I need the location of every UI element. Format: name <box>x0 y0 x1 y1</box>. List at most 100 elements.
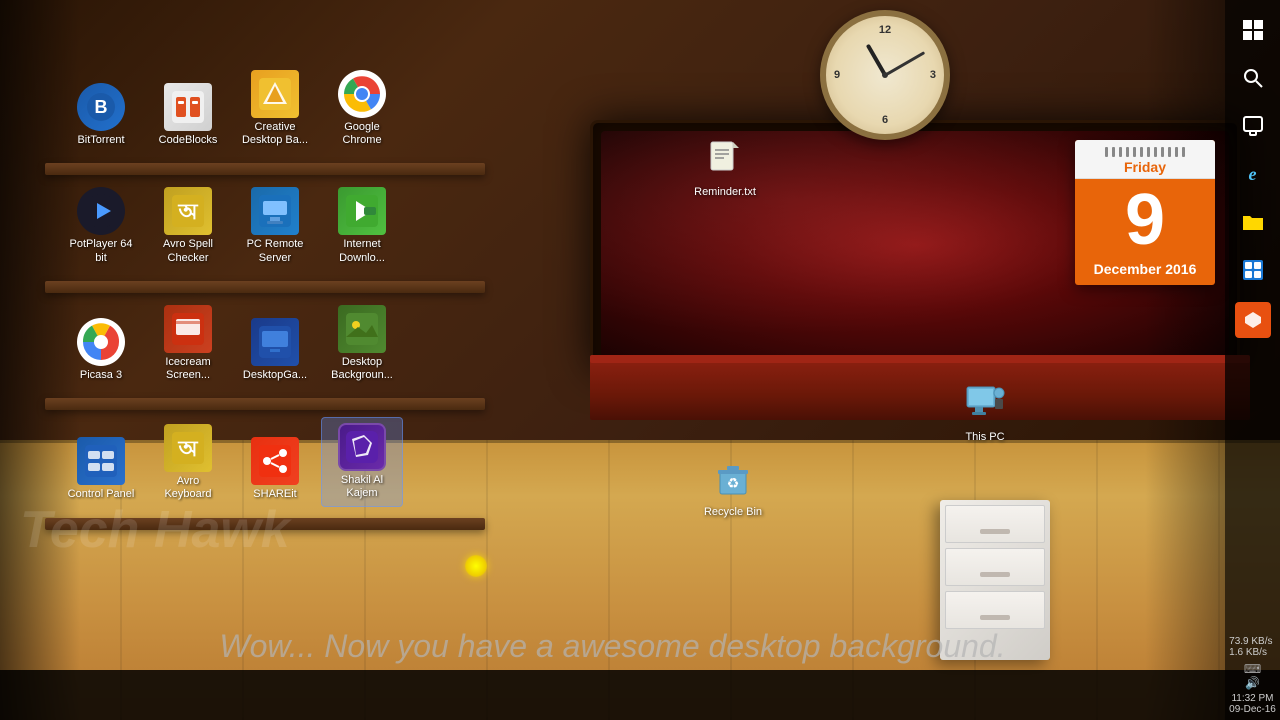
shelf-board-1 <box>45 281 485 293</box>
avrospell-icon-img: অ <box>164 187 212 235</box>
reminder-label: Reminder.txt <box>694 186 756 199</box>
drawer-1 <box>945 505 1045 543</box>
shelf-row-2: Picasa 3 Icecream Screen... DesktopGa...… <box>55 295 475 402</box>
drawer-handle-3 <box>980 615 1010 620</box>
icecream-icon-img <box>164 305 212 353</box>
icon-chrome[interactable]: Google Chrome <box>321 65 403 152</box>
shareit-icon-img <box>251 437 299 485</box>
drawer-handle-2 <box>980 572 1010 577</box>
drawer-3 <box>945 591 1045 629</box>
icon-bittorrent[interactable]: B BitTorrent <box>60 78 142 152</box>
avrospell-label: Avro Spell Checker <box>152 238 224 264</box>
recycle-desktop-icon[interactable]: ♻ Recycle Bin <box>693 455 773 519</box>
internet-icon-img <box>338 187 386 235</box>
cal-line <box>1175 147 1178 157</box>
cal-line <box>1168 147 1171 157</box>
search-button[interactable] <box>1233 58 1273 98</box>
avrokbd-icon-img: অ <box>164 424 212 472</box>
icon-desktopga[interactable]: DesktopGa... <box>234 313 316 387</box>
icecream-label: Icecream Screen... <box>152 356 224 382</box>
shelf-board-0 <box>45 163 485 175</box>
pcremote-label: PC Remote Server <box>239 238 311 264</box>
shelf-row-0: B BitTorrent CodeBlocks Creative Desktop… <box>55 60 475 167</box>
taskbar <box>0 670 1280 720</box>
calendar-widget: Friday 9 December 2016 <box>1075 140 1215 285</box>
calendar-day-number: 9 <box>1075 179 1215 261</box>
cal-line <box>1126 147 1129 157</box>
cpanel-icon-img <box>77 437 125 485</box>
subtitle-text: Wow... Now you have a awesome desktop ba… <box>0 628 1225 665</box>
desktopga-label: DesktopGa... <box>243 369 307 382</box>
speaker-icon: 🔊 <box>1229 676 1276 690</box>
right-sidebar: e 73.9 KB/s 1.6 KB/s ⌨ 🔊 11:32 PM 09-Dec… <box>1225 0 1280 720</box>
shelf-icons-row-1: PotPlayer 64 bit অ Avro Spell Checker PC… <box>55 177 475 284</box>
clock-center <box>882 72 888 78</box>
clock-3: 3 <box>930 69 936 81</box>
cal-line <box>1161 147 1164 157</box>
shelf-icons-row-0: B BitTorrent CodeBlocks Creative Desktop… <box>55 60 475 167</box>
picasa-label: Picasa 3 <box>80 369 122 382</box>
svg-text:অ: অ <box>177 199 198 224</box>
thispc-icon-img <box>961 380 1009 428</box>
cal-line <box>1119 147 1122 157</box>
store-button[interactable] <box>1233 250 1273 290</box>
icon-shareit[interactable]: SHAREit <box>234 432 316 506</box>
cal-line <box>1154 147 1157 157</box>
icon-cpanel[interactable]: Control Panel <box>60 432 142 506</box>
internet-label: Internet Downlo... <box>326 238 398 264</box>
icon-pcremote[interactable]: PC Remote Server <box>234 182 316 269</box>
svg-text:B: B <box>95 97 108 117</box>
watermark: Tech Hawk <box>20 500 290 560</box>
chrome-icon-img <box>338 70 386 118</box>
wall-clock: 12 3 6 9 <box>820 10 950 140</box>
potplayer-label: PotPlayer 64 bit <box>65 238 137 264</box>
icon-icecream[interactable]: Icecream Screen... <box>147 300 229 387</box>
icon-shakil[interactable]: Shakil Al Kajem <box>321 417 403 506</box>
system-date: 09-Dec-16 <box>1229 704 1276 715</box>
folder-button[interactable] <box>1233 202 1273 242</box>
clock-9: 9 <box>834 69 840 81</box>
potplayer-icon-img <box>77 187 125 235</box>
calendar-header: Friday <box>1075 140 1215 179</box>
drawer-handle-1 <box>980 529 1010 534</box>
icon-avrospell[interactable]: অ Avro Spell Checker <box>147 182 229 269</box>
clock-face: 12 3 6 9 <box>826 16 944 134</box>
bittorrent-label: BitTorrent <box>77 134 124 147</box>
shelves-container: B BitTorrent CodeBlocks Creative Desktop… <box>55 60 475 532</box>
cal-line <box>1105 147 1108 157</box>
desk <box>590 360 1250 420</box>
shelf-board-2 <box>45 398 485 410</box>
thispc-desktop-icon[interactable]: This PC <box>945 380 1025 444</box>
recycle-label: Recycle Bin <box>704 506 762 519</box>
calendar-top-lines <box>1080 143 1210 157</box>
calendar-month-year: December 2016 <box>1075 261 1215 285</box>
download-speed: 73.9 KB/s <box>1229 636 1276 647</box>
desktopbg-icon-img <box>338 305 386 353</box>
windows-button[interactable] <box>1233 10 1273 50</box>
chrome-label: Google Chrome <box>326 121 398 147</box>
clock-6: 6 <box>882 114 888 126</box>
codeblocks-icon-img <box>164 83 212 131</box>
shakil-label: Shakil Al Kajem <box>327 474 397 500</box>
clock-12: 12 <box>879 24 891 36</box>
shelf-row-1: PotPlayer 64 bit অ Avro Spell Checker PC… <box>55 177 475 284</box>
upload-label: 1.6 KB/s <box>1229 647 1267 658</box>
devices-button[interactable] <box>1233 106 1273 146</box>
icon-internet[interactable]: Internet Downlo... <box>321 182 403 269</box>
icon-desktopbg[interactable]: Desktop Backgroun... <box>321 300 403 387</box>
svg-text:অ: অ <box>177 436 198 461</box>
codeblocks-label: CodeBlocks <box>159 134 218 147</box>
icon-avrokbd[interactable]: অ Avro Keyboard <box>147 419 229 506</box>
drawer-2 <box>945 548 1045 586</box>
desktopbg-label: Desktop Backgroun... <box>326 356 398 382</box>
icon-codeblocks[interactable]: CodeBlocks <box>147 78 229 152</box>
cal-line <box>1182 147 1185 157</box>
reminder-desktop-icon[interactable]: Reminder.txt <box>685 135 765 199</box>
svg-text:♻: ♻ <box>727 475 740 491</box>
icon-picasa[interactable]: Picasa 3 <box>60 313 142 387</box>
icon-creative[interactable]: Creative Desktop Ba... <box>234 65 316 152</box>
orange-button[interactable] <box>1235 302 1271 338</box>
avrokbd-label: Avro Keyboard <box>152 475 224 501</box>
ie-button[interactable]: e <box>1233 154 1273 194</box>
icon-potplayer[interactable]: PotPlayer 64 bit <box>60 182 142 269</box>
